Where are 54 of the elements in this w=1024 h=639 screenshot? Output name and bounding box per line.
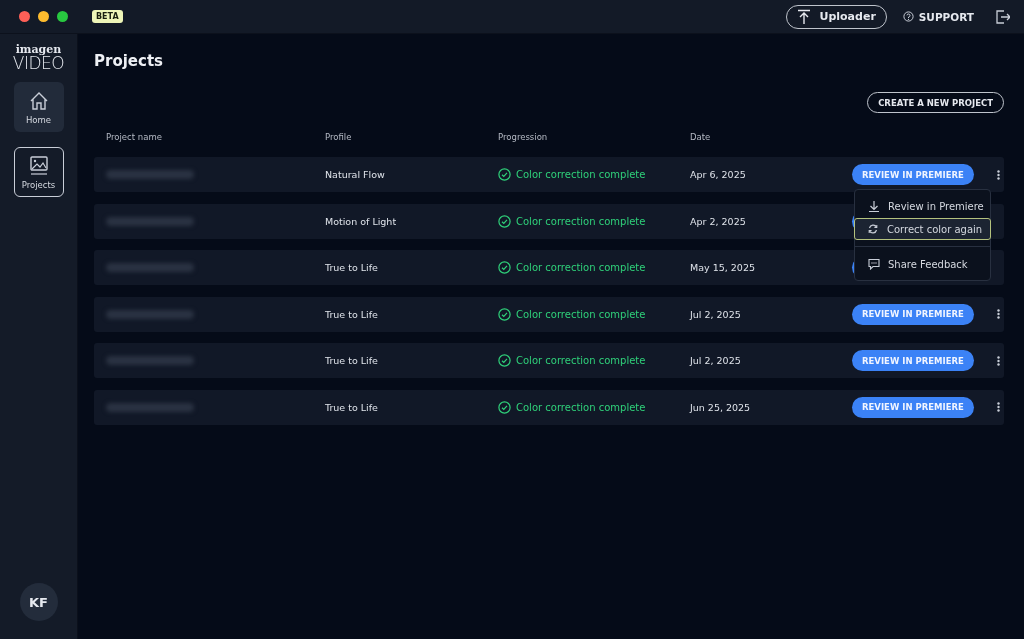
table-cell-text: Jul 2, 2025 [690, 308, 742, 320]
check-circle-icon [498, 168, 511, 181]
minimize-window-dot[interactable] [38, 11, 49, 22]
check-circle-icon [498, 214, 511, 228]
table-cell-text: True to Life [325, 355, 379, 366]
upload-icon [797, 9, 812, 24]
table-cell-text: True to Life [325, 262, 379, 273]
check-circle-icon [498, 261, 511, 274]
column-header: Project name [106, 132, 163, 142]
status-text: Color correction complete [498, 354, 690, 367]
logout-icon [996, 9, 1010, 24]
sidebar-item[interactable]: Home [13, 82, 64, 132]
status-text: Color correction complete [498, 168, 690, 181]
column-header: Progression [498, 132, 549, 142]
sidebar-item[interactable]: Projects [13, 147, 64, 197]
vertical-dots-icon [996, 402, 1000, 412]
check-circle-icon [498, 400, 511, 414]
menu-item[interactable]: Share Feedback [855, 253, 990, 275]
menu-item[interactable]: Review in Premiere [855, 195, 990, 217]
support-link[interactable]: SUPPORT [902, 10, 974, 23]
table-cell-text: Jun 25, 2025 [690, 401, 752, 413]
status-text: Color correction complete [498, 400, 690, 414]
logout-button[interactable] [996, 9, 1010, 24]
table-cell-text: Apr 6, 2025 [690, 169, 747, 180]
check-circle-icon [498, 354, 511, 367]
vertical-dots-icon [996, 169, 1000, 180]
beta-badge: BETA [92, 10, 123, 23]
table-cell-text: May 15, 2025 [690, 262, 756, 273]
table-cell-text: Apr 2, 2025 [690, 215, 747, 227]
check-circle-icon [498, 307, 511, 321]
download-icon [868, 200, 880, 212]
help-icon [902, 11, 914, 22]
menu-item[interactable]: Correct color again [854, 218, 991, 240]
vertical-dots-icon [996, 355, 1000, 366]
logo-wordmark: imagen [15, 44, 62, 55]
refresh-icon [867, 223, 879, 235]
column-header: Date [690, 132, 712, 142]
status-text: Color correction complete [498, 214, 690, 228]
status-text: Color correction complete [498, 261, 690, 274]
logo-subtitle: VIDEO [12, 55, 65, 72]
user-avatar[interactable]: KF [19, 583, 58, 621]
status-text: Color correction complete [498, 307, 690, 321]
image-frame-icon [27, 154, 50, 177]
vertical-dots-icon [996, 309, 1000, 319]
page-title: Projects [94, 52, 164, 70]
table-cell-text: Motion of Light [325, 215, 398, 227]
table-cell-text: True to Life [325, 401, 379, 413]
table-cell-text: True to Life [325, 308, 379, 320]
table-cell-text: Jul 2, 2025 [690, 355, 742, 366]
zoom-window-dot[interactable] [57, 11, 68, 22]
table-cell-text: Natural Flow [325, 169, 386, 180]
column-header: Profile [325, 132, 353, 142]
speech-bubble-icon [868, 258, 880, 270]
close-window-dot[interactable] [19, 11, 30, 22]
